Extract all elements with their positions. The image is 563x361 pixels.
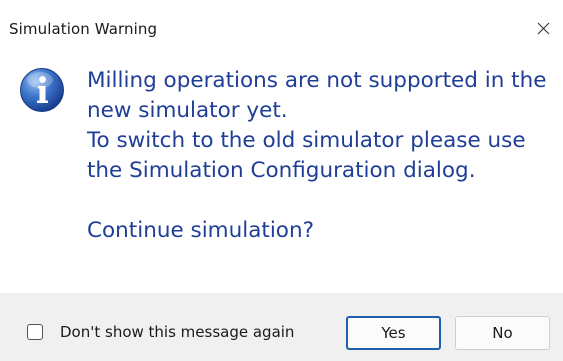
close-icon (537, 22, 549, 34)
message-text: Milling operations are not supported in … (87, 66, 552, 246)
title-bar: Simulation Warning (0, 0, 563, 52)
dialog-title: Simulation Warning (9, 20, 158, 38)
message-line: Milling operations are not supported in … (87, 68, 547, 93)
dont-show-again-option[interactable]: Don't show this message again (27, 323, 294, 341)
message-question: Continue simulation? (87, 218, 314, 243)
message-spacer (87, 186, 552, 216)
message-line: new simulator yet. (87, 98, 288, 123)
message-line: To switch to the old simulator please us… (87, 128, 526, 153)
dont-show-again-checkbox[interactable] (27, 324, 43, 340)
simulation-warning-dialog: Simulation Warning Milling operations ar… (0, 0, 563, 361)
no-button[interactable]: No (455, 316, 550, 350)
button-bar: Don't show this message again Yes No (0, 293, 563, 361)
yes-button[interactable]: Yes (346, 316, 441, 350)
dont-show-again-label[interactable]: Don't show this message again (60, 323, 294, 341)
message-area: Milling operations are not supported in … (0, 52, 563, 280)
message-line: the Simulation Configuration dialog. (87, 158, 476, 183)
info-icon (20, 68, 64, 112)
close-button[interactable] (529, 14, 557, 42)
